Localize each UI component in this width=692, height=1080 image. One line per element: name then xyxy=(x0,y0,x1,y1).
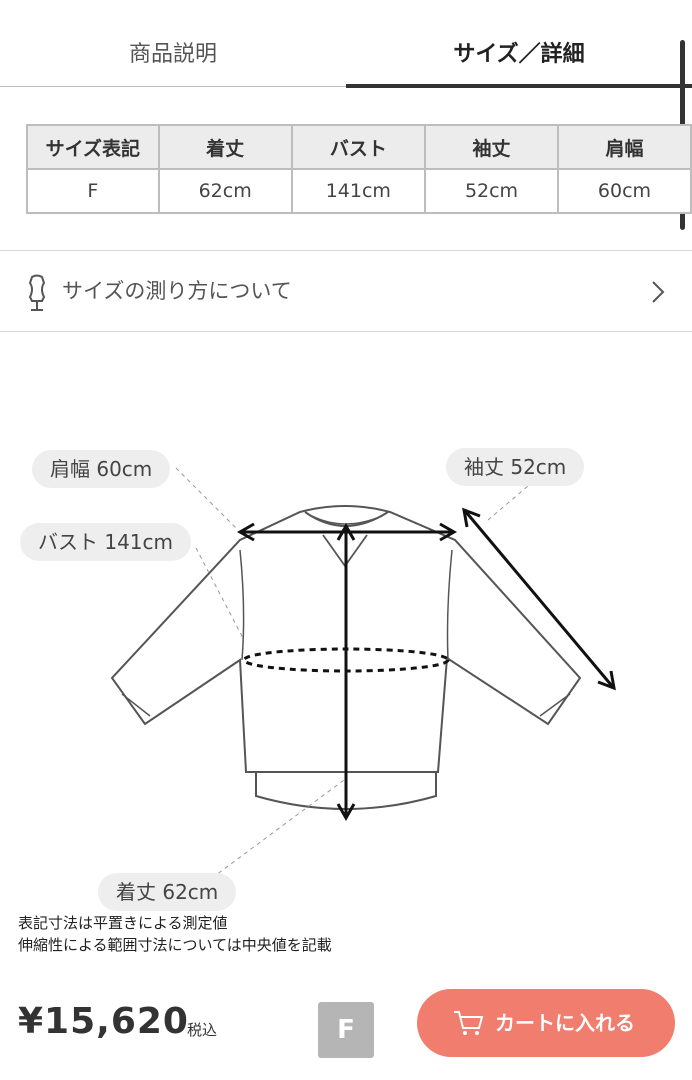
label-length: 着丈 62cm xyxy=(98,873,237,911)
cart-icon xyxy=(454,1011,484,1035)
label-bust: バスト 141cm xyxy=(20,523,192,561)
note-line-2: 伸縮性による範囲寸法については中央値を記載 xyxy=(18,936,332,954)
chevron-right-icon xyxy=(652,281,665,303)
purchase-bar: ¥15,620 税込 F カートに入れる xyxy=(0,985,692,1080)
label-sleeve: 袖丈 52cm xyxy=(446,448,585,486)
label-shoulder: 肩幅 60cm xyxy=(32,450,171,488)
header-sleeve: 袖丈 xyxy=(424,124,559,170)
tab-size-details[interactable]: サイズ／詳細 xyxy=(346,0,692,88)
cart-button-label: カートに入れる xyxy=(495,1011,635,1035)
size-guide-label: サイズの測り方について xyxy=(62,279,292,303)
cell-bust: 141cm xyxy=(290,168,427,214)
measurement-diagram: 肩幅 60cm 袖丈 52cm バスト 141cm 着丈 62cm xyxy=(0,330,692,911)
sweatshirt-illustration xyxy=(110,467,616,879)
size-guide-link[interactable]: サイズの測り方について xyxy=(0,250,692,332)
header-size-label: サイズ表記 xyxy=(26,124,160,170)
dress-form-icon xyxy=(28,274,46,311)
header-bust: バスト xyxy=(290,124,427,170)
price: ¥15,620 xyxy=(18,1001,189,1042)
cell-sleeve: 52cm xyxy=(424,168,559,214)
tab-description[interactable]: 商品説明 xyxy=(0,0,346,88)
measurement-notes: 表記寸法は平置きによる測定値 伸縮性による範囲寸法については中央値を記載 xyxy=(18,912,332,956)
header-length: 着丈 xyxy=(157,124,293,170)
header-shoulder: 肩幅 xyxy=(556,124,692,170)
add-to-cart-button[interactable]: カートに入れる xyxy=(417,989,675,1057)
size-selector[interactable]: F xyxy=(318,1002,374,1058)
size-table-row: F 62cm 141cm 52cm 60cm xyxy=(26,168,692,214)
tax-label: 税込 xyxy=(187,1021,218,1039)
note-line-1: 表記寸法は平置きによる測定値 xyxy=(18,914,228,932)
tab-active-indicator xyxy=(346,84,692,88)
cell-size: F xyxy=(26,168,160,214)
size-table: サイズ表記 着丈 バスト 袖丈 肩幅 F 62cm 141cm 52cm 60c… xyxy=(26,124,692,214)
tab-bar: 商品説明 サイズ／詳細 xyxy=(0,0,692,88)
size-table-header-row: サイズ表記 着丈 バスト 袖丈 肩幅 xyxy=(26,124,692,170)
cell-shoulder: 60cm xyxy=(556,168,692,214)
cell-length: 62cm xyxy=(157,168,293,214)
